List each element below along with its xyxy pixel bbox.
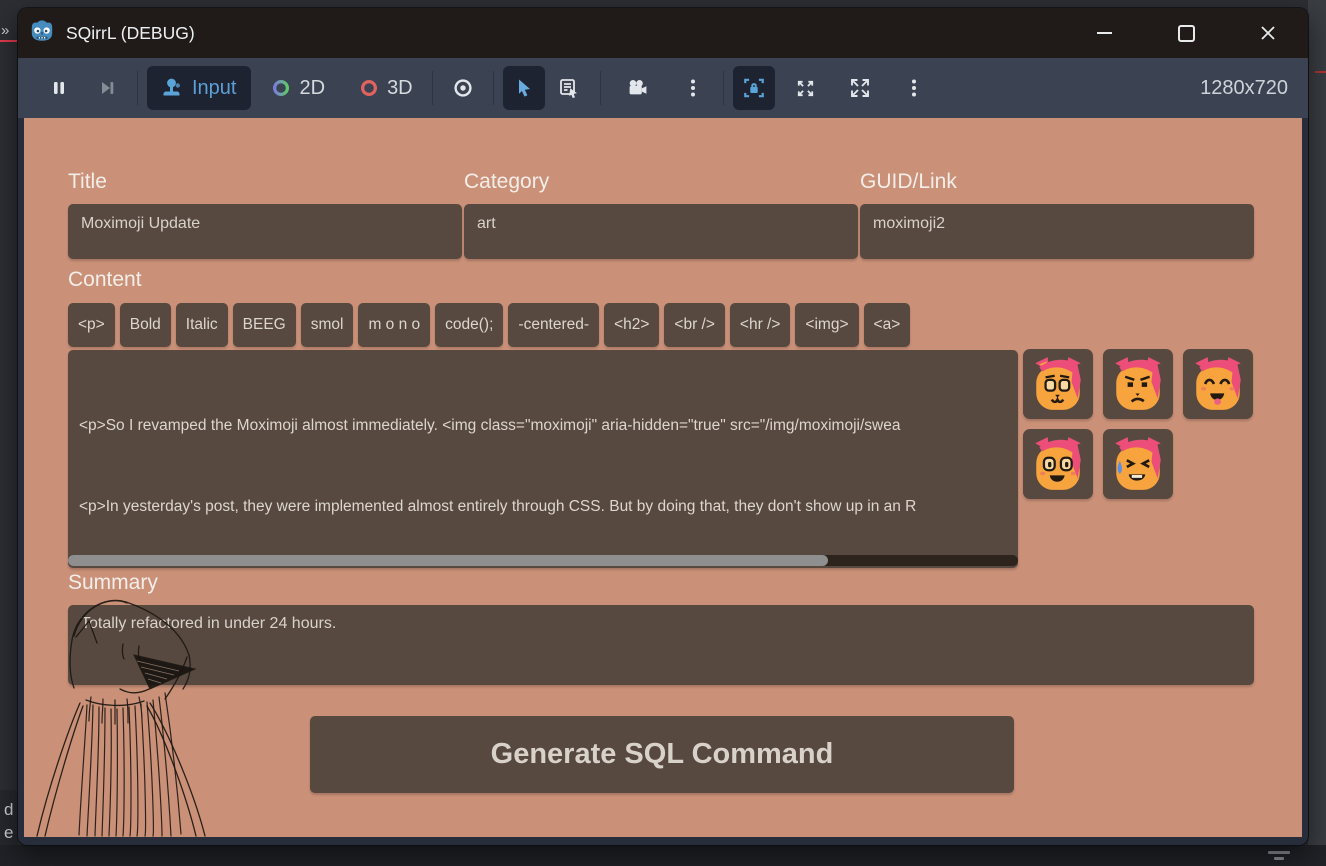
- format-beeg-button[interactable]: BEEG: [233, 303, 296, 347]
- content-label: Content: [68, 268, 142, 292]
- format-smol-button[interactable]: smol: [301, 303, 354, 347]
- editor-bottom-panel: [0, 845, 1326, 866]
- pause-button[interactable]: [38, 66, 80, 110]
- moximoji-unamused-icon: [1109, 355, 1167, 413]
- format-hr-button[interactable]: <hr />: [730, 303, 791, 347]
- capture-lock-icon: [742, 76, 766, 100]
- content-textarea[interactable]: <p>So I revamped the Moximoji almost imm…: [68, 350, 1018, 568]
- close-button[interactable]: [1250, 15, 1286, 51]
- moximoji-content-button[interactable]: [1023, 349, 1093, 419]
- format-centered-button[interactable]: -centered-: [508, 303, 599, 347]
- debug-toolbar: Input 2D 3D: [18, 58, 1308, 118]
- moximoji-sweat-button[interactable]: [1103, 429, 1173, 499]
- toolbar-separator: [137, 71, 138, 105]
- format-br-button[interactable]: <br />: [664, 303, 725, 347]
- moximoji-sweat-icon: [1109, 435, 1167, 493]
- moximoji-excited-button[interactable]: [1023, 429, 1093, 499]
- record-eye-icon: [452, 77, 474, 99]
- fullscreen-icon: [848, 76, 872, 100]
- title-label: Title: [68, 170, 107, 194]
- game-viewport: Title Category GUID/Link Moximoji Update…: [24, 118, 1302, 837]
- title-input[interactable]: Moximoji Update: [68, 204, 462, 259]
- moximoji-panel: [1023, 349, 1255, 499]
- moximoji-tongue-out-icon: [1189, 355, 1247, 413]
- joystick-icon: [162, 77, 184, 99]
- select-mode-button[interactable]: [503, 66, 545, 110]
- window-titlebar[interactable]: SQirrL (DEBUG): [18, 8, 1308, 58]
- editor-text-fragment: d: [4, 800, 13, 820]
- next-frame-button[interactable]: [86, 66, 128, 110]
- editor-red-line: [0, 40, 18, 42]
- format-p-button[interactable]: <p>: [68, 303, 115, 347]
- format-a-button[interactable]: <a>: [864, 303, 911, 347]
- generate-sql-button[interactable]: Generate SQL Command: [310, 716, 1014, 793]
- window-title: SQirrL (DEBUG): [66, 23, 195, 44]
- camera-2d-label: 2D: [299, 77, 325, 100]
- format-bold-button[interactable]: Bold: [120, 303, 171, 347]
- godot-logo-icon: [29, 18, 55, 49]
- maximize-button[interactable]: [1168, 15, 1204, 51]
- movie-mode-button[interactable]: [616, 66, 658, 110]
- cursor-arrow-icon: [513, 77, 535, 99]
- camera-3d-button[interactable]: 3D: [349, 66, 423, 110]
- game-window: SQirrL (DEBUG) Input: [18, 8, 1308, 845]
- summary-input[interactable]: Totally refactored in under 24 hours.: [68, 605, 1254, 685]
- guid-label: GUID/Link: [860, 170, 957, 194]
- ring-3d-icon: [359, 78, 379, 98]
- fullscreen-button[interactable]: [839, 66, 881, 110]
- summary-label: Summary: [68, 571, 158, 595]
- toolbar-separator: [493, 71, 494, 105]
- pause-icon: [49, 78, 69, 98]
- maximize-icon: [1178, 25, 1195, 42]
- toolbar-separator: [600, 71, 601, 105]
- kebab-menu-icon: [904, 77, 924, 99]
- keep-aspect-lock-button[interactable]: [733, 66, 775, 110]
- editor-grip-icon: [1268, 851, 1290, 861]
- moximoji-unamused-button[interactable]: [1103, 349, 1173, 419]
- editor-chevron-fragment: »: [1, 22, 7, 39]
- kebab-menu-icon: [683, 77, 703, 99]
- toolbar-separator: [723, 71, 724, 105]
- camera-3d-label: 3D: [387, 77, 413, 100]
- editor-red-line: [1315, 71, 1326, 73]
- minimize-button[interactable]: [1086, 15, 1122, 51]
- minimize-icon: [1097, 32, 1112, 34]
- format-toolbar: <p> Bold Italic BEEG smol m o n o code()…: [68, 303, 910, 347]
- list-cursor-icon: [558, 77, 581, 100]
- input-toggle-label: Input: [192, 77, 236, 100]
- embed-options-menu-button[interactable]: [893, 66, 935, 110]
- format-h2-button[interactable]: <h2>: [604, 303, 659, 347]
- editor-text-fragment: e: [4, 823, 13, 843]
- node-select-list-button[interactable]: [549, 66, 591, 110]
- camera-2d-button[interactable]: 2D: [261, 66, 335, 110]
- format-img-button[interactable]: <img>: [795, 303, 858, 347]
- format-mono-button[interactable]: m o n o: [358, 303, 430, 347]
- format-code-button[interactable]: code();: [435, 303, 503, 347]
- moximoji-content-icon: [1029, 355, 1087, 413]
- horizontal-scrollbar[interactable]: [68, 555, 1018, 566]
- guid-input[interactable]: moximoji2: [860, 204, 1254, 259]
- toolbar-separator: [432, 71, 433, 105]
- next-frame-icon: [97, 78, 117, 98]
- embed-resize-button[interactable]: [785, 66, 827, 110]
- scrollbar-thumb[interactable]: [68, 555, 828, 566]
- ring-2d-icon: [271, 78, 291, 98]
- moximoji-excited-icon: [1029, 435, 1087, 493]
- resize-window-icon: [794, 77, 817, 100]
- debug-options-menu-button[interactable]: [672, 66, 714, 110]
- visible-collision-button[interactable]: [442, 66, 484, 110]
- content-text: <p>So I revamped the Moximoji almost imm…: [68, 350, 1018, 552]
- editor-right-panel: [1308, 0, 1326, 866]
- category-label: Category: [464, 170, 549, 194]
- format-italic-button[interactable]: Italic: [176, 303, 228, 347]
- resolution-readout: 1280x720: [1200, 77, 1288, 100]
- input-toggle-button[interactable]: Input: [147, 66, 251, 110]
- close-icon: [1260, 25, 1276, 41]
- moximoji-tongue-out-button[interactable]: [1183, 349, 1253, 419]
- movie-camera-icon: [626, 77, 648, 99]
- category-input[interactable]: art: [464, 204, 858, 259]
